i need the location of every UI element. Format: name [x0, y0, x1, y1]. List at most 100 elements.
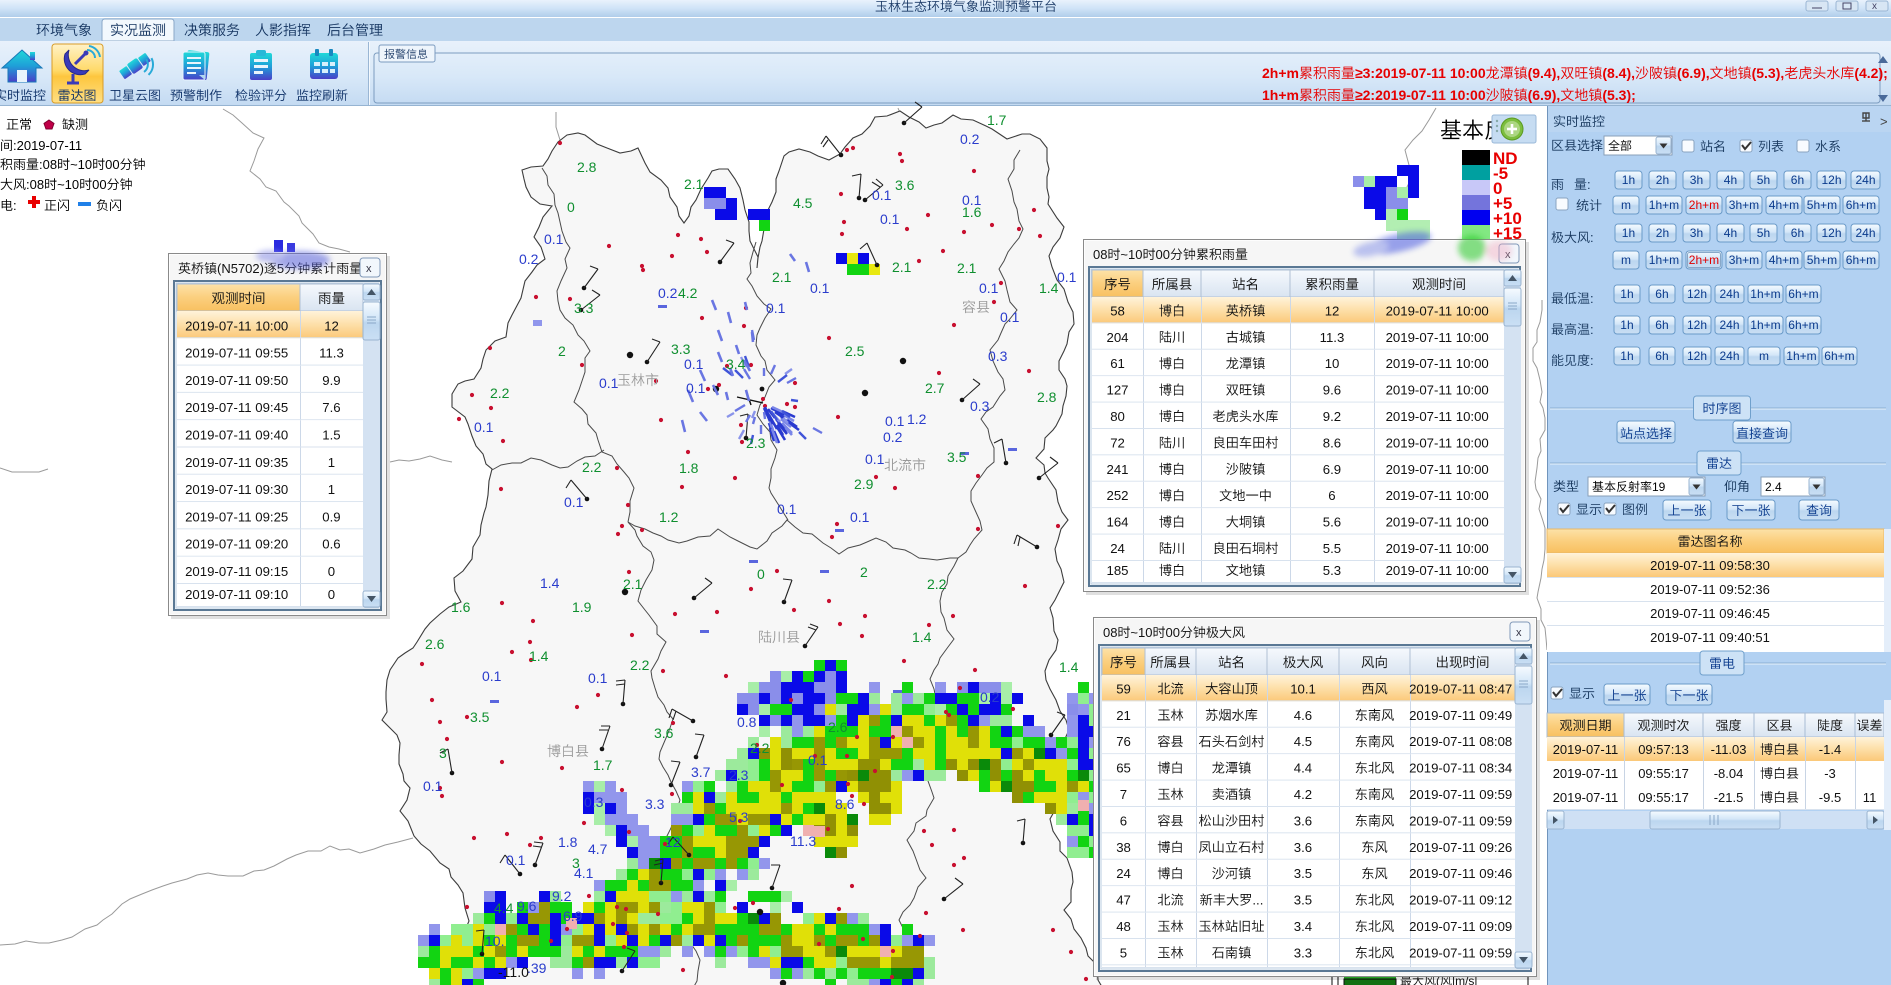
- svg-text:9.2: 9.2: [552, 888, 572, 904]
- svg-text:10: 10: [1325, 356, 1340, 371]
- svg-text:1.4: 1.4: [912, 629, 932, 645]
- svg-text:2019-07-11 09:40: 2019-07-11 09:40: [185, 428, 288, 443]
- svg-text:2019-07-11 09:59: 2019-07-11 09:59: [1409, 787, 1512, 802]
- svg-text:4.2: 4.2: [1294, 787, 1312, 802]
- svg-text:m: m: [1621, 198, 1631, 212]
- svg-text:0.1: 0.1: [777, 501, 797, 517]
- svg-text:0: 0: [328, 564, 335, 579]
- svg-text:00: 00: [1156, 247, 1170, 262]
- svg-text:2019-07-11 09:40:51: 2019-07-11 09:40:51: [1650, 630, 1770, 645]
- svg-text:4.5: 4.5: [793, 195, 813, 211]
- svg-text:185: 185: [1107, 563, 1129, 578]
- svg-text:09:57:13: 09:57:13: [1638, 742, 1689, 757]
- svg-text:2019-07-11 10:00: 2019-07-11 10:00: [1386, 515, 1489, 530]
- svg-text:48: 48: [1116, 919, 1131, 934]
- svg-text:(5.3),: (5.3),: [1752, 65, 1785, 81]
- svg-text:2019-07-11 09:45: 2019-07-11 09:45: [185, 400, 288, 415]
- svg-text:0.1: 0.1: [1057, 269, 1077, 285]
- svg-text:0.1: 0.1: [506, 852, 526, 868]
- svg-text:9.6: 9.6: [1323, 383, 1341, 398]
- svg-text:1.4: 1.4: [1039, 280, 1059, 296]
- svg-text:2.5: 2.5: [845, 343, 865, 359]
- svg-text:1h: 1h: [1622, 173, 1635, 187]
- svg-text:9.2: 9.2: [1323, 409, 1341, 424]
- svg-text:1.4: 1.4: [529, 648, 549, 664]
- svg-text:0.1: 0.1: [962, 192, 982, 208]
- svg-text:.39: .39: [527, 960, 547, 976]
- svg-text:4h+m: 4h+m: [1769, 253, 1799, 267]
- svg-text:00: 00: [92, 177, 106, 192]
- svg-text:1.7: 1.7: [987, 112, 1007, 128]
- svg-text:2019-07-11 09:46:45: 2019-07-11 09:46:45: [1650, 606, 1770, 621]
- svg-text:0.1: 0.1: [850, 509, 870, 525]
- svg-text:2.2: 2.2: [490, 385, 510, 401]
- svg-text:24h: 24h: [1720, 287, 1740, 301]
- svg-text:2019-07-11 10:00: 2019-07-11 10:00: [1386, 435, 1489, 450]
- svg-text:2.2: 2.2: [630, 657, 650, 673]
- svg-text:-8.04: -8.04: [1714, 766, 1744, 781]
- svg-text:5h: 5h: [1757, 173, 1770, 187]
- svg-text:0.3: 0.3: [988, 348, 1008, 364]
- svg-text:24h: 24h: [1856, 173, 1876, 187]
- svg-text:0.2: 0.2: [883, 429, 903, 445]
- svg-text:2019-07-11 10:00: 2019-07-11 10:00: [1386, 541, 1489, 556]
- svg-text:0.1: 0.1: [872, 187, 892, 203]
- svg-text:~10: ~10: [57, 177, 79, 192]
- svg-text:24h: 24h: [1720, 349, 1740, 363]
- svg-text:2: 2: [860, 564, 868, 580]
- svg-text:-3: -3: [1824, 766, 1836, 781]
- svg-text:3h+m: 3h+m: [1729, 198, 1759, 212]
- svg-text:5.3: 5.3: [729, 809, 749, 825]
- svg-text:0.2: 0.2: [980, 689, 1000, 705]
- svg-text:1: 1: [328, 455, 335, 470]
- svg-text:2019-07-11: 2019-07-11: [1553, 790, 1619, 805]
- svg-text:0.1: 0.1: [880, 211, 900, 227]
- svg-text:0.1: 0.1: [885, 413, 905, 429]
- svg-text:-11.03: -11.03: [1711, 742, 1747, 757]
- svg-text:1.7: 1.7: [593, 757, 613, 773]
- svg-text:164: 164: [1107, 515, 1129, 530]
- svg-text:2019-07-11 09:35: 2019-07-11 09:35: [185, 455, 288, 470]
- svg-text:127: 127: [1107, 383, 1129, 398]
- svg-text:2.1: 2.1: [772, 269, 792, 285]
- svg-text:5.3: 5.3: [1323, 563, 1341, 578]
- svg-text:2019-07-11 09:59: 2019-07-11 09:59: [1409, 813, 1512, 828]
- svg-text:0: 0: [328, 587, 335, 602]
- svg-text:2019-07-11 10:00: 2019-07-11 10:00: [1386, 356, 1489, 371]
- svg-text:2019-07-11 10:00: 2019-07-11 10:00: [1386, 409, 1489, 424]
- svg-text:4.2: 4.2: [678, 285, 698, 301]
- svg-text:1.2: 1.2: [907, 411, 927, 427]
- svg-text:2.9: 2.9: [854, 476, 874, 492]
- svg-text:3.3: 3.3: [645, 796, 665, 812]
- svg-text:2019-07-11 09:25: 2019-07-11 09:25: [185, 509, 288, 524]
- svg-text:47: 47: [1116, 893, 1131, 908]
- svg-text:11.3: 11.3: [790, 833, 816, 849]
- svg-text:2019-07-11 08:47: 2019-07-11 08:47: [1409, 681, 1512, 696]
- svg-text:3h: 3h: [1690, 173, 1703, 187]
- svg-text:0.1: 0.1: [544, 231, 564, 247]
- svg-text:x: x: [366, 263, 372, 275]
- svg-text:38: 38: [1116, 840, 1131, 855]
- svg-text:6h: 6h: [1655, 287, 1668, 301]
- svg-text:5.5: 5.5: [1323, 541, 1341, 556]
- svg-text:6h: 6h: [1791, 226, 1804, 240]
- svg-text:4h: 4h: [1724, 173, 1737, 187]
- svg-text:4.6: 4.6: [1294, 708, 1312, 723]
- svg-text::: :: [1590, 353, 1594, 368]
- svg-text::2019-07-11: :2019-07-11: [13, 138, 82, 153]
- svg-text::: :: [1590, 230, 1594, 245]
- svg-text:1.9: 1.9: [572, 599, 592, 615]
- svg-text:1: 1: [328, 482, 335, 497]
- svg-text:3.3: 3.3: [1294, 945, 1312, 960]
- svg-text:19: 19: [1652, 480, 1666, 494]
- svg-text:x: x: [1872, 1, 1877, 12]
- svg-text:2019-07-11 08:34: 2019-07-11 08:34: [1409, 761, 1512, 776]
- svg-text:1h+m: 1h+m: [1750, 287, 1780, 301]
- svg-text:58: 58: [1110, 303, 1125, 318]
- svg-text:6h: 6h: [1791, 173, 1804, 187]
- svg-text:0.1: 0.1: [1000, 309, 1020, 325]
- svg-text:2019-07-11 09:46: 2019-07-11 09:46: [1409, 866, 1512, 881]
- svg-text:2019-07-11 09:12: 2019-07-11 09:12: [1409, 893, 1512, 908]
- svg-text:2019-07-11 09:15: 2019-07-11 09:15: [185, 564, 288, 579]
- svg-text:-1.4: -1.4: [1819, 742, 1841, 757]
